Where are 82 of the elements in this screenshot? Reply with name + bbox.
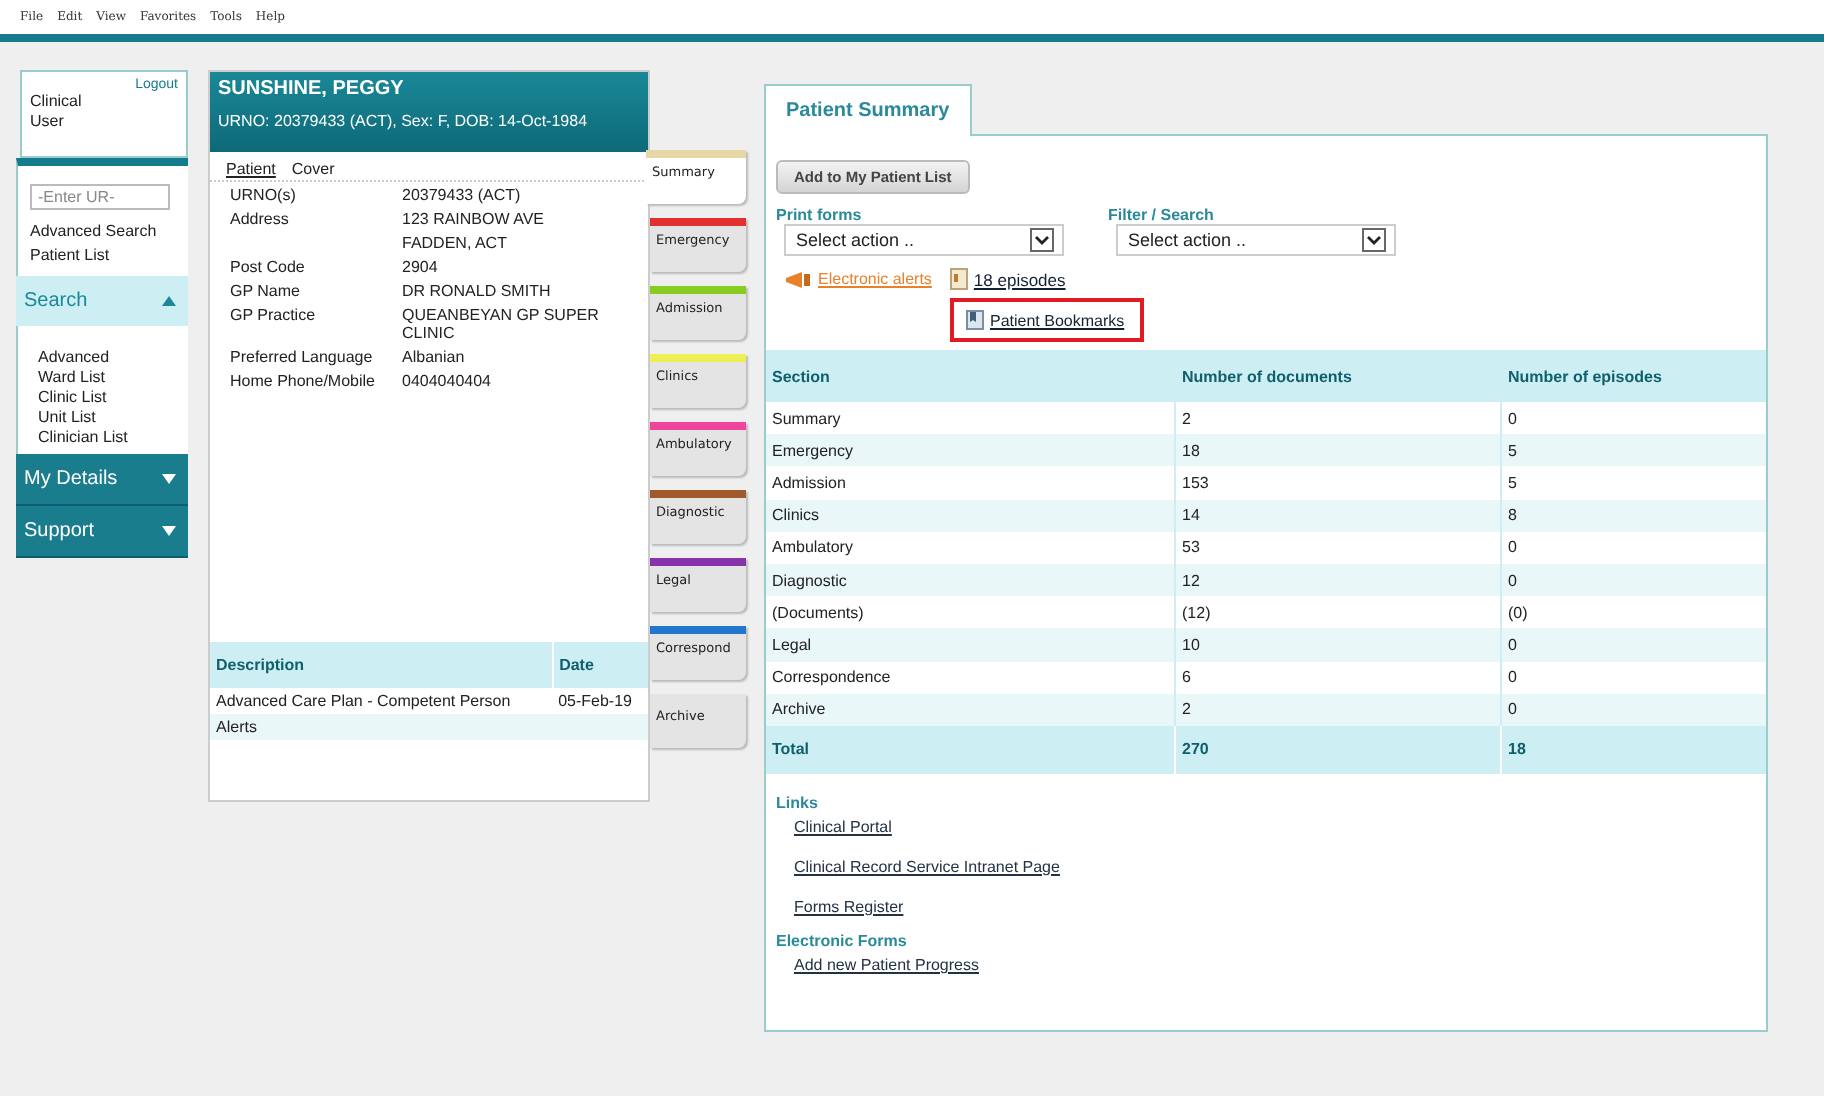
column-header: Date (552, 642, 648, 688)
sidebar-item[interactable]: Unit List (38, 408, 188, 426)
table-cell: 8 (1501, 499, 1766, 532)
group-title: Electronic Forms (776, 931, 907, 950)
column-header: Number of episodes (1501, 350, 1766, 402)
table-cell: Alerts (210, 714, 553, 740)
episodes-link[interactable]: 18 episodes (973, 269, 1066, 289)
field-value: FADDEN, ACT (402, 234, 509, 252)
section-header[interactable]: Support (16, 506, 188, 558)
page-link[interactable]: Forms Register (794, 897, 904, 916)
document-icon (949, 268, 968, 290)
bookmarks-link[interactable]: Patient Bookmarks (990, 311, 1125, 329)
column-header: Number of documents (1175, 350, 1501, 402)
user-name: Clinical User (30, 92, 84, 132)
table-cell: 0 (1501, 628, 1766, 661)
table-cell: Emergency (766, 434, 1175, 467)
expand-icon (162, 526, 176, 536)
field-label: URNO(s) (230, 186, 298, 204)
sidebar-item[interactable]: Advanced (38, 348, 188, 366)
patient-tab[interactable]: Cover (291, 160, 335, 178)
table-cell: 5 (1501, 434, 1766, 467)
page-link[interactable]: Clinical Record Service Intranet Page (794, 857, 1060, 876)
section-header[interactable]: My Details (16, 454, 188, 506)
table-cell: 18 (1175, 434, 1501, 467)
table-cell: 05-Feb-19 (552, 688, 648, 714)
sidebar-item[interactable]: Clinician List (38, 428, 188, 446)
megaphone-icon (784, 269, 812, 289)
field-value: 0404040404 (402, 372, 493, 390)
collapse-icon (162, 296, 176, 306)
field-label: Preferred Language (230, 348, 375, 366)
field-value: QUEANBEYAN GP SUPER CLINIC (402, 306, 601, 342)
table-cell: Advanced Care Plan - Competent Person (210, 688, 553, 714)
field-label: GP Practice (230, 306, 318, 328)
table-cell: (Documents) (766, 596, 1175, 629)
table-cell: Admission (766, 466, 1175, 500)
bookmark-icon (966, 310, 984, 330)
column-header: Description (210, 642, 553, 688)
field-value: 2904 (402, 258, 440, 276)
caret-icon (1030, 228, 1054, 252)
field-value: Albanian (402, 348, 467, 366)
summary-tab[interactable]: Patient Summary (764, 84, 972, 136)
field-value: 123 RAINBOW AVE (402, 210, 546, 228)
table-cell: 0 (1501, 693, 1766, 726)
page-link[interactable]: Add new Patient Progress (794, 955, 979, 974)
field-label: Home Phone/Mobile (230, 372, 377, 390)
table-cell: Clinics (766, 499, 1175, 532)
field-value: DR RONALD SMITH (402, 282, 553, 300)
sidebar-item[interactable]: Clinic List (38, 388, 188, 406)
table-cell: Correspondence (766, 661, 1175, 694)
table-cell: 0 (1501, 563, 1766, 597)
caret-icon (1362, 228, 1386, 252)
total-cell: 18 (1501, 725, 1766, 774)
select-field[interactable]: Select action .. (1116, 224, 1396, 256)
table-cell: 14 (1175, 499, 1501, 532)
select-field[interactable]: Select action .. (784, 224, 1064, 256)
field-label: Address (230, 210, 291, 232)
field-value: 20379433 (ACT) (402, 186, 523, 204)
table-cell: Ambulatory (766, 531, 1175, 564)
sidebar-link[interactable]: Advanced Search (30, 222, 188, 240)
page-link[interactable]: Clinical Portal (794, 817, 892, 836)
patient-tab[interactable]: Patient (226, 160, 276, 178)
ur-input-field[interactable]: -Enter UR- (30, 184, 170, 210)
table-cell: 10 (1175, 628, 1501, 661)
table-cell: Archive (766, 693, 1175, 726)
group-title: Links (776, 793, 818, 812)
dropdown-label: Filter / Search (1108, 206, 1216, 224)
table-cell: Summary (766, 402, 1175, 435)
table-cell: Legal (766, 628, 1175, 661)
sidebar-item[interactable]: Ward List (38, 368, 188, 386)
table-cell: 2 (1175, 693, 1501, 726)
dropdown-label: Print forms (776, 206, 864, 224)
field-label: GP Name (230, 282, 302, 300)
patient-summary: URNO: 20379433 (ACT), Sex: F, DOB: 14-Oct-1984 (218, 112, 590, 130)
column-header: Section (766, 350, 1175, 402)
patient-name: SUNSHINE, PEGGY (218, 78, 406, 100)
field-label: Post Code (230, 258, 307, 276)
sidebar-link[interactable]: Patient List (30, 246, 188, 264)
table-cell: Diagnostic (766, 563, 1175, 597)
total-cell: Total (766, 725, 1175, 774)
table-cell: 12 (1175, 563, 1501, 597)
expand-icon (162, 474, 176, 484)
total-cell: 270 (1175, 725, 1501, 774)
